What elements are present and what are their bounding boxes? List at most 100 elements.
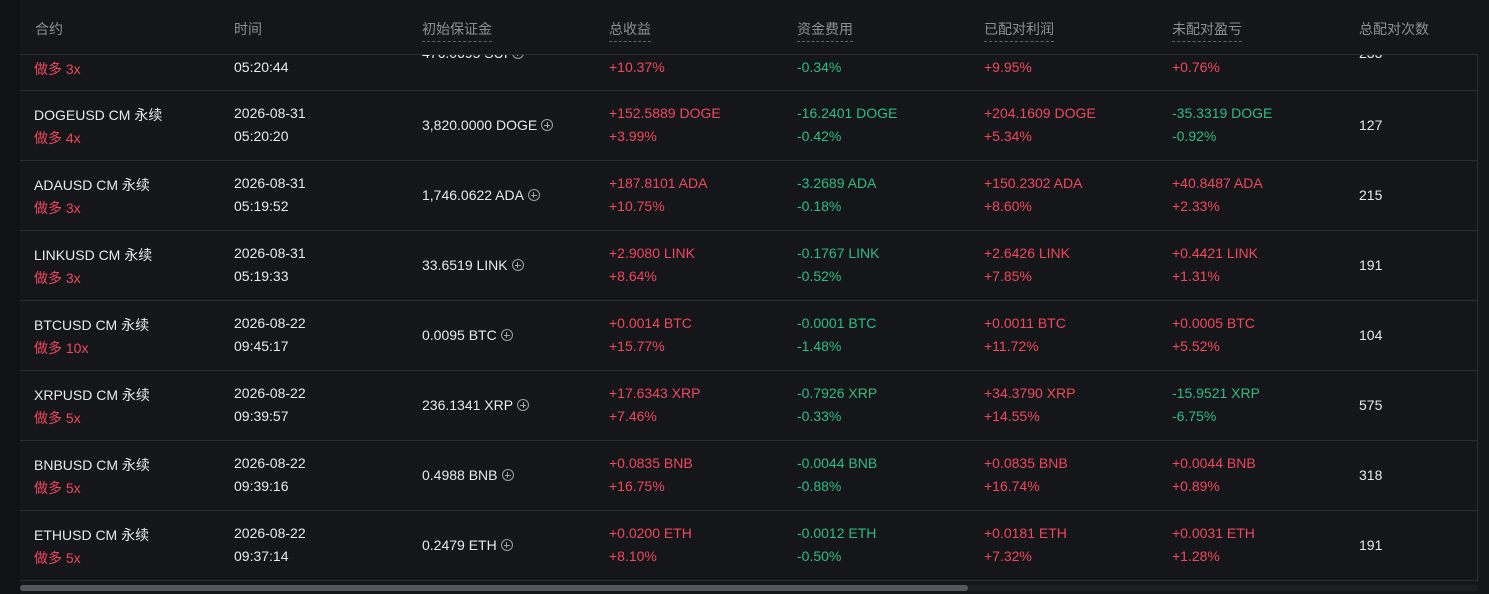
unmatched-pnl-amount: +0.0044 BNB [1172, 455, 1256, 471]
unmatched-pnl-percent: +5.52% [1172, 338, 1220, 354]
funding-fee-percent: -0.18% [797, 198, 842, 214]
header-matched-profit[interactable]: 已配对利润 [984, 19, 1054, 42]
total-pnl-percent: +16.75% [609, 478, 665, 494]
total-matches-value: 127 [1359, 117, 1383, 133]
funding-fee-percent: -0.50% [797, 548, 842, 564]
unmatched-pnl-percent: +1.31% [1172, 268, 1220, 284]
total-pnl-percent: +10.37% [609, 59, 665, 75]
initial-margin-value: 236.1341 XRP [422, 397, 514, 413]
margin-group: 236.1341 XRP [422, 397, 530, 413]
header-contract[interactable]: 合约 [35, 19, 63, 39]
table-row[interactable]: ETHUSD CM 永续 做多 5x 2026-08-22 09:37:14 0… [20, 511, 1478, 581]
header-unmatched-pnl[interactable]: 未配对盈亏 [1172, 19, 1242, 42]
table-row[interactable]: DOGEUSD CM 永续 做多 4x 2026-08-31 05:20:20 … [20, 91, 1478, 161]
total-pnl-percent: +8.64% [609, 268, 657, 284]
contract-symbol[interactable]: ETHUSD CM 永续 [34, 525, 149, 545]
order-time: 09:39:16 [234, 478, 289, 494]
funding-fee-percent: -0.42% [797, 128, 842, 144]
header-funding-fee[interactable]: 资金费用 [797, 19, 853, 42]
unmatched-pnl-percent: +0.76% [1172, 59, 1220, 75]
unmatched-pnl-percent: +0.89% [1172, 478, 1220, 494]
direction-leverage: 做多 3x [34, 200, 81, 216]
table-body: 做多 3x 05:20:44 476.0695 SUI +10.37% -0.3… [20, 21, 1478, 581]
funding-fee-amount: -0.0044 BNB [797, 455, 878, 471]
matched-profit-percent: +7.85% [984, 268, 1032, 284]
order-date: 2026-08-31 [234, 175, 306, 191]
order-time: 05:20:44 [234, 59, 289, 75]
right-divider [1477, 0, 1478, 582]
initial-margin-value: 0.0095 BTC [422, 327, 497, 343]
matched-profit-amount: +34.3790 XRP [984, 385, 1076, 401]
matched-profit-percent: +5.34% [984, 128, 1032, 144]
margin-group: 0.2479 ETH [422, 537, 513, 553]
header-time[interactable]: 时间 [234, 19, 262, 39]
direction-leverage: 做多 3x [34, 270, 81, 286]
matched-profit-amount: +0.0181 ETH [984, 525, 1067, 541]
header-total-pnl[interactable]: 总收益 [609, 19, 651, 42]
margin-group: 0.0095 BTC [422, 327, 513, 343]
orders-table-viewport: 合约 时间 初始保证金 总收益 资金费用 已配对利润 未配对盈亏 总配对次数 做… [0, 0, 1489, 594]
scrollbar-thumb[interactable] [20, 585, 968, 591]
order-date: 2026-08-22 [234, 525, 306, 541]
left-panel-edge [0, 0, 20, 594]
header-initial-margin[interactable]: 初始保证金 [422, 19, 492, 42]
unmatched-pnl-amount: +0.4421 LINK [1172, 245, 1259, 261]
contract-symbol[interactable]: LINKUSD CM 永续 [34, 245, 152, 265]
contract-symbol[interactable]: DOGEUSD CM 永续 [34, 105, 162, 125]
contract-symbol[interactable]: BNBUSD CM 永续 [34, 455, 150, 475]
initial-margin-value: 1,746.0622 ADA [422, 187, 524, 203]
total-pnl-amount: +0.0835 BNB [609, 455, 693, 471]
table-row[interactable]: XRPUSD CM 永续 做多 5x 2026-08-22 09:39:57 2… [20, 371, 1478, 441]
order-time: 05:19:33 [234, 268, 289, 284]
total-pnl-percent: +8.10% [609, 548, 657, 564]
order-time: 09:39:57 [234, 408, 289, 424]
direction-leverage: 做多 5x [34, 550, 81, 566]
order-date: 2026-08-22 [234, 385, 306, 401]
add-margin-icon[interactable] [511, 259, 524, 272]
header-total-matches[interactable]: 总配对次数 [1359, 19, 1429, 39]
add-margin-icon[interactable] [500, 329, 513, 342]
initial-margin-value: 3,820.0000 DOGE [422, 117, 538, 133]
initial-margin-value: 0.4988 BNB [422, 467, 498, 483]
matched-profit-percent: +8.60% [984, 198, 1032, 214]
unmatched-pnl-percent: +1.28% [1172, 548, 1220, 564]
contract-symbol[interactable]: ADAUSD CM 永续 [34, 175, 150, 195]
direction-leverage: 做多 4x [34, 130, 81, 146]
table-row[interactable]: LINKUSD CM 永续 做多 3x 2026-08-31 05:19:33 … [20, 231, 1478, 301]
table-row[interactable]: BNBUSD CM 永续 做多 5x 2026-08-22 09:39:16 0… [20, 441, 1478, 511]
funding-fee-amount: -3.2689 ADA [797, 175, 877, 191]
table-header: 合约 时间 初始保证金 总收益 资金费用 已配对利润 未配对盈亏 总配对次数 [20, 0, 1478, 55]
table-row[interactable]: ADAUSD CM 永续 做多 3x 2026-08-31 05:19:52 1… [20, 161, 1478, 231]
margin-group: 3,820.0000 DOGE [422, 117, 554, 133]
funding-fee-amount: -16.2401 DOGE [797, 105, 898, 121]
total-pnl-percent: +3.99% [609, 128, 657, 144]
unmatched-pnl-percent: -6.75% [1172, 408, 1217, 424]
contract-symbol[interactable]: XRPUSD CM 永续 [34, 385, 150, 405]
funding-fee-amount: -0.1767 LINK [797, 245, 880, 261]
direction-leverage: 做多 3x [34, 61, 81, 77]
add-margin-icon[interactable] [527, 189, 540, 202]
total-pnl-percent: +10.75% [609, 198, 665, 214]
matched-profit-percent: +16.74% [984, 478, 1040, 494]
add-margin-icon[interactable] [501, 469, 514, 482]
contract-symbol[interactable]: BTCUSD CM 永续 [34, 315, 149, 335]
add-margin-icon[interactable] [500, 539, 513, 552]
table-row[interactable]: BTCUSD CM 永续 做多 10x 2026-08-22 09:45:17 … [20, 301, 1478, 371]
total-matches-value: 215 [1359, 187, 1383, 203]
unmatched-pnl-amount: +0.0031 ETH [1172, 525, 1255, 541]
horizontal-scrollbar[interactable] [20, 585, 1478, 591]
matched-profit-percent: +7.32% [984, 548, 1032, 564]
grid-history-table: 合约 时间 初始保证金 总收益 资金费用 已配对利润 未配对盈亏 总配对次数 做… [20, 0, 1478, 582]
matched-profit-amount: +0.0011 BTC [984, 315, 1066, 331]
funding-fee-percent: -0.34% [797, 59, 842, 75]
total-pnl-amount: +0.0014 BTC [609, 315, 692, 331]
margin-group: 0.4988 BNB [422, 467, 514, 483]
add-margin-icon[interactable] [517, 399, 530, 412]
total-pnl-amount: +2.9080 LINK [609, 245, 696, 261]
order-date: 2026-08-31 [234, 245, 306, 261]
initial-margin-value: 33.6519 LINK [422, 257, 508, 273]
funding-fee-percent: -0.52% [797, 268, 842, 284]
funding-fee-amount: -0.0001 BTC [797, 315, 877, 331]
margin-group: 33.6519 LINK [422, 257, 524, 273]
add-margin-icon[interactable] [541, 119, 554, 132]
